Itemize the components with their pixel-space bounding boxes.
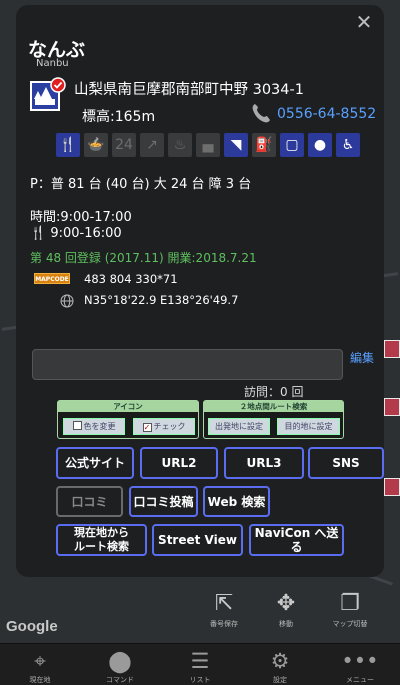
- restaurant-icon: 🍴: [56, 133, 80, 157]
- close-icon[interactable]: ✕: [353, 11, 375, 33]
- checkbox[interactable]: [72, 421, 82, 430]
- shopping-icon: ▢: [280, 133, 304, 157]
- checkbox-checked[interactable]: ✓: [142, 423, 152, 432]
- coordinates-value: N35°18'22.9 E138°26'49.7: [84, 293, 239, 307]
- check-button[interactable]: ✓ チェック: [133, 418, 195, 435]
- map-tool-saved[interactable]: ⇱ 番号保存: [194, 592, 254, 629]
- map-tool-label: 番号保存: [210, 620, 238, 628]
- map-tool-switch[interactable]: ❐ マップ切替: [320, 592, 380, 629]
- fork-knife-icon: 🍴: [30, 226, 47, 241]
- tab-label: 現在地: [29, 676, 51, 684]
- map-pin[interactable]: [384, 478, 400, 496]
- globe-icon: [60, 294, 74, 308]
- facility-icons: 🍴 🍲 24 ↗ ♨ ▄ ◥ ⛽ ▢ ● ♿: [56, 133, 360, 157]
- tab-command[interactable]: ⬤ コマンド: [80, 644, 160, 685]
- pin-icon: ⬤: [108, 649, 132, 673]
- google-attribution: Google: [6, 618, 58, 635]
- url3-button[interactable]: URL3: [224, 447, 304, 479]
- share-icon: ⇱: [214, 591, 234, 616]
- post-review-button[interactable]: 口コミ投稿: [129, 486, 198, 517]
- check-label: チェック: [153, 422, 186, 431]
- mapcode-badge: MAPCODE: [34, 273, 70, 284]
- map-tool-label: マップ切替: [332, 620, 368, 628]
- phone-icon[interactable]: [249, 101, 273, 125]
- place-subtitle: Nanbu: [36, 58, 69, 69]
- gear-icon: ⚙: [270, 649, 290, 673]
- place-detail-panel: ✕ なんぶ Nanbu 山梨県南巨摩郡南部町中野 3034-1 標高:165m …: [16, 5, 384, 577]
- tab-menu[interactable]: ••• メニュー: [320, 644, 400, 685]
- layers-icon: ❐: [340, 591, 360, 616]
- icon-settings-box: アイコン 色を変更 ✓ チェック: [57, 400, 199, 439]
- list-icon: ☰: [190, 649, 210, 673]
- ev-charger-icon: ⛽: [252, 133, 276, 157]
- parking-info: P：普 81 台 (40 台) 大 24 台 障 3 台: [30, 177, 252, 192]
- map-tool-move[interactable]: ✥ 移動: [256, 592, 316, 629]
- bottom-tab-bar: ⌖ 現在地 ⬤ コマンド ☰ リスト ⚙ 設定 ••• メニュー: [0, 643, 400, 685]
- tab-label: コマンド: [106, 676, 134, 684]
- visit-count: 訪問：0 回: [244, 385, 304, 399]
- tab-label: メニュー: [346, 676, 374, 684]
- crosshair-icon: ✥: [276, 591, 296, 616]
- place-altitude: 標高:165m: [82, 109, 156, 125]
- shower-icon: ↗: [140, 133, 164, 157]
- change-color-label: 色を変更: [83, 422, 116, 431]
- route-box-header: ２地点間ルート検索: [204, 401, 343, 412]
- hot-spring-icon: ♨: [168, 133, 192, 157]
- wifi-icon: ◥: [224, 133, 248, 157]
- reviews-button[interactable]: 口コミ: [56, 486, 123, 517]
- tab-settings[interactable]: ⚙ 設定: [240, 644, 320, 685]
- memo-input[interactable]: [32, 349, 343, 380]
- opening-hours: 時間:9:00-17:00: [30, 210, 132, 225]
- restaurant-hours: 🍴 9:00-16:00: [30, 226, 122, 241]
- wheelchair-icon: ♿: [336, 133, 360, 157]
- map-pin[interactable]: [384, 398, 400, 416]
- registration-info: 第 48 回登録 (2017.11) 開業:2018.7.21: [30, 251, 257, 265]
- map-pin[interactable]: [384, 340, 400, 358]
- web-search-button[interactable]: Web 検索: [203, 486, 270, 517]
- sns-button[interactable]: SNS: [308, 447, 384, 479]
- edit-link[interactable]: 編集: [350, 349, 374, 366]
- roadside-station-logo-icon: [30, 77, 66, 111]
- 24h-shop-icon: 24: [112, 133, 136, 157]
- tab-current-location[interactable]: ⌖ 現在地: [0, 644, 80, 685]
- tab-label: 設定: [273, 676, 287, 684]
- crosshair-icon: ⌖: [34, 649, 46, 673]
- park-icon: ●: [308, 133, 332, 157]
- map-tool-label: 移動: [279, 620, 293, 628]
- more-icon: •••: [341, 649, 379, 673]
- place-address: 山梨県南巨摩郡南部町中野 3034-1: [74, 82, 304, 98]
- phone-link[interactable]: 0556-64-8552: [277, 106, 376, 122]
- bath-icon: ▄: [196, 133, 220, 157]
- restaurant-hours-text: 9:00-16:00: [50, 226, 122, 241]
- route-search-box: ２地点間ルート検索 出発地に設定 目的地に設定: [203, 400, 344, 439]
- route-from-here-button[interactable]: 現在地から ルート検索: [56, 524, 147, 556]
- tab-label: リスト: [189, 676, 211, 684]
- set-destination-button[interactable]: 目的地に設定: [277, 418, 340, 435]
- set-departure-button[interactable]: 出発地に設定: [208, 418, 270, 435]
- url2-button[interactable]: URL2: [140, 447, 218, 479]
- mapcode-value: 483 804 330*71: [84, 272, 178, 286]
- street-view-button[interactable]: Street View: [152, 524, 243, 556]
- change-color-button[interactable]: 色を変更: [63, 418, 125, 435]
- tab-list[interactable]: ☰ リスト: [160, 644, 240, 685]
- icon-box-header: アイコン: [58, 401, 198, 412]
- official-site-button[interactable]: 公式サイト: [56, 447, 134, 479]
- send-navicon-button[interactable]: NaviCon へ送る: [249, 524, 344, 556]
- light-meal-icon: 🍲: [84, 133, 108, 157]
